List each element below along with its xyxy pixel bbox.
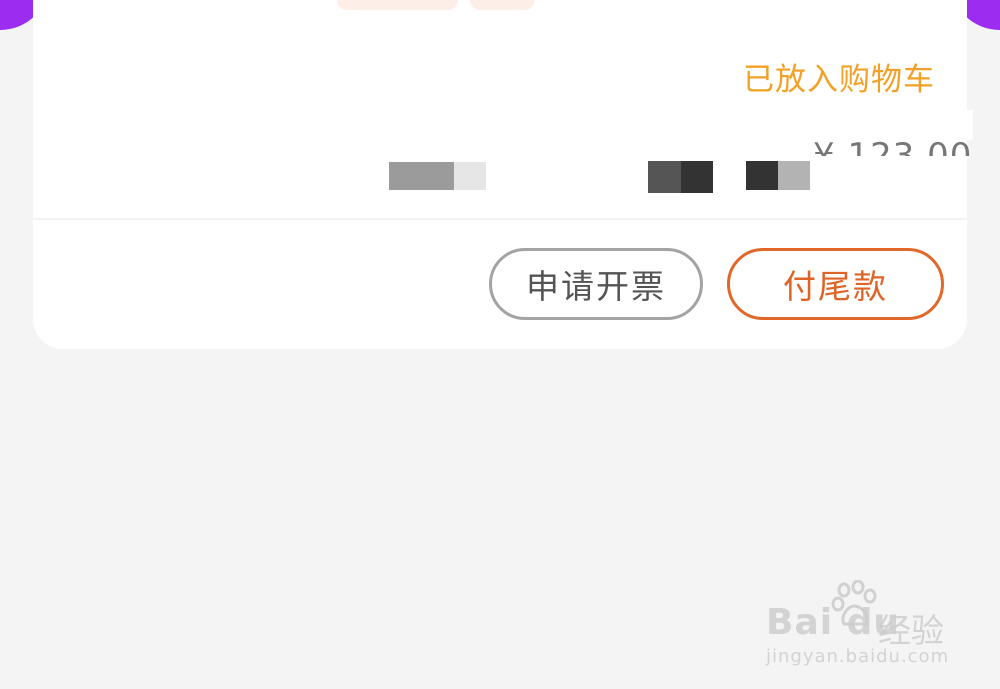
order-tag [470, 0, 535, 10]
price-text-fragment: ¥ 123.00 [813, 136, 973, 176]
pixelated-product-info [389, 162, 486, 190]
cart-status-text: 已放入购物车 [743, 62, 935, 98]
redaction-patch [863, 110, 973, 140]
card-divider [33, 218, 967, 220]
pixelated-price-value [746, 161, 810, 193]
watermark-url: jingyan.baidu.com [766, 646, 950, 667]
pixelated-price-label [648, 161, 713, 193]
request-invoice-button[interactable]: 申请开票 [489, 248, 703, 320]
order-card: 已放入购物车 ¥ 123.00 申请开票 付尾款 [33, 0, 973, 349]
redaction-patch [733, 190, 853, 216]
watermark-jingyan-text: 经验 [878, 611, 944, 650]
pay-balance-button[interactable]: 付尾款 [727, 248, 944, 320]
order-tag [337, 0, 458, 10]
baidu-jingyan-watermark: Bai du 经验 jingyan.baidu.com [766, 580, 966, 675]
